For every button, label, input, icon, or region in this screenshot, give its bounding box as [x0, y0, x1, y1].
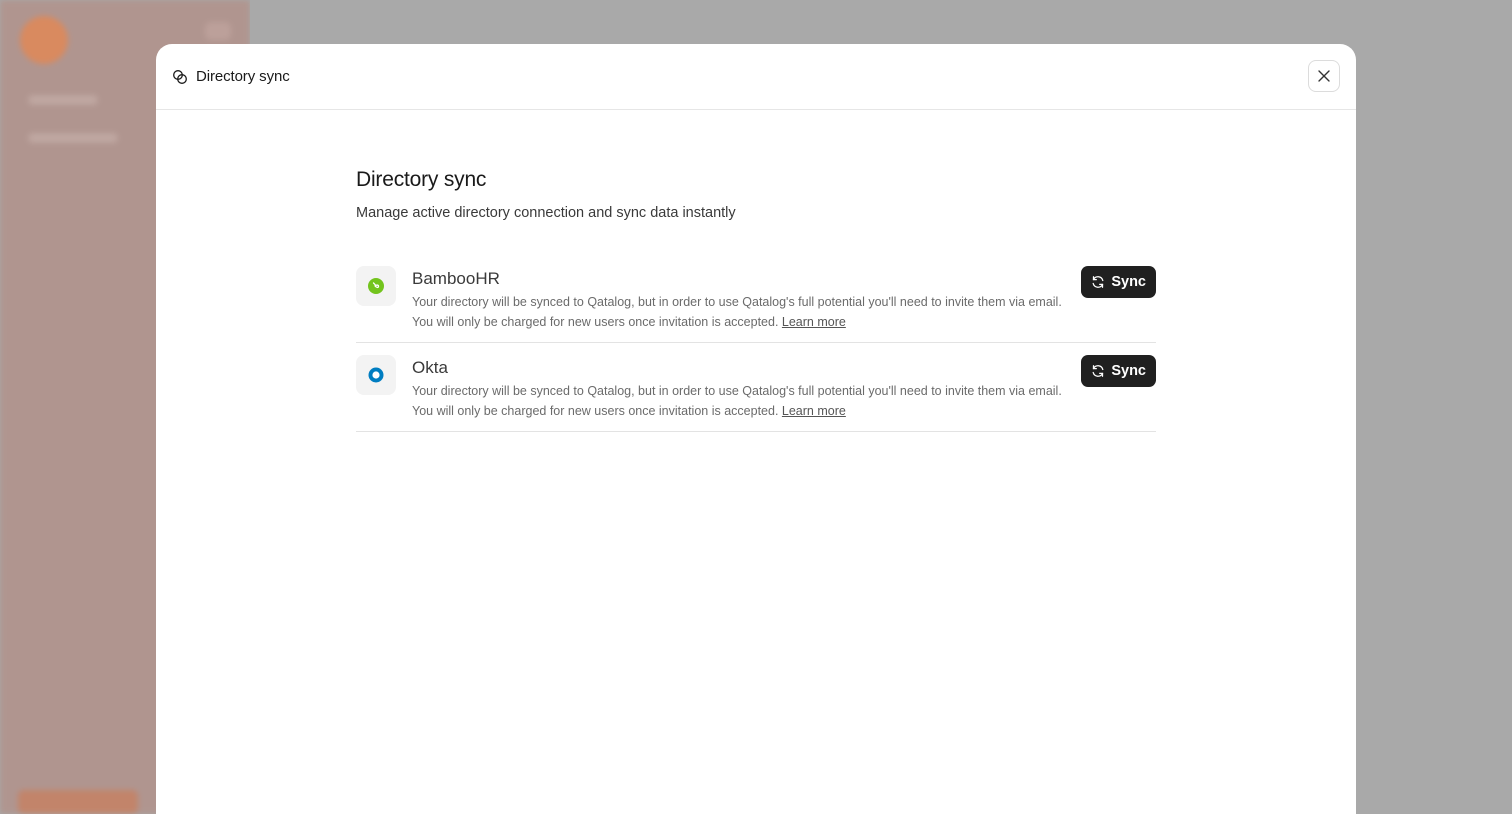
sync-button-label: Sync — [1111, 363, 1146, 379]
background-nav-item — [28, 133, 118, 143]
okta-logo — [356, 355, 396, 395]
modal-header: Directory sync — [156, 44, 1356, 110]
learn-more-link[interactable]: Learn more — [782, 315, 846, 329]
background-bottom-item — [18, 790, 138, 814]
refresh-icon — [1091, 364, 1105, 378]
integration-description: Your directory will be synced to Qatalog… — [412, 292, 1072, 332]
page-subtitle: Manage active directory connection and s… — [356, 205, 736, 221]
description-line: Your directory will be synced to Qatalog… — [412, 295, 1062, 309]
close-button[interactable] — [1308, 60, 1340, 92]
close-icon — [1318, 70, 1330, 82]
integration-list: BambooHR Your directory will be synced t… — [356, 254, 1156, 432]
background-button — [205, 22, 231, 40]
description-line: You will only be charged for new users o… — [412, 404, 779, 418]
description-line-with-link: You will only be charged for new users o… — [412, 312, 1072, 332]
description-line: Your directory will be synced to Qatalog… — [412, 384, 1062, 398]
description-line: You will only be charged for new users o… — [412, 315, 779, 329]
sync-button-bamboohr[interactable]: Sync — [1081, 266, 1156, 298]
refresh-icon — [1091, 275, 1105, 289]
description-line-with-link: You will only be charged for new users o… — [412, 401, 1072, 421]
learn-more-link[interactable]: Learn more — [782, 404, 846, 418]
sync-button-okta[interactable]: Sync — [1081, 355, 1156, 387]
background-nav-item — [28, 95, 98, 105]
integration-name: BambooHR — [412, 269, 500, 288]
background-logo — [20, 16, 68, 64]
page-title: Directory sync — [356, 168, 487, 191]
modal-content: Directory sync Manage active directory c… — [356, 168, 1156, 432]
bamboohr-logo — [356, 266, 396, 306]
integration-name: Okta — [412, 358, 448, 377]
integration-description: Your directory will be synced to Qatalog… — [412, 381, 1072, 421]
integration-row-bamboohr: BambooHR Your directory will be synced t… — [356, 254, 1156, 343]
directory-sync-icon — [172, 69, 188, 85]
directory-sync-modal: Directory sync Directory sync Manage act… — [156, 44, 1356, 814]
sync-button-label: Sync — [1111, 274, 1146, 290]
integration-row-okta: Okta Your directory will be synced to Qa… — [356, 343, 1156, 432]
modal-title: Directory sync — [196, 68, 290, 85]
